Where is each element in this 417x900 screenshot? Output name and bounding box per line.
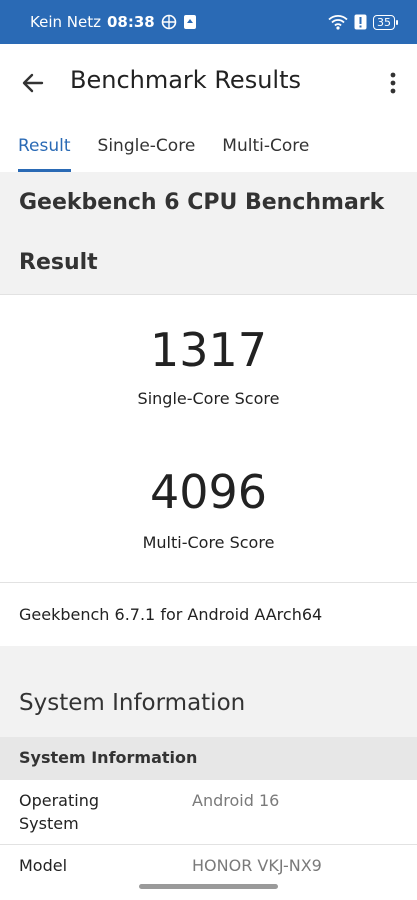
multi-core-label-block: Multi-Core Score xyxy=(0,533,417,552)
page-title: Benchmark Results xyxy=(70,66,301,94)
tab-multi-core[interactable]: Multi-Core xyxy=(222,120,309,172)
notification-icon xyxy=(183,14,197,30)
multi-core-score: 4096 xyxy=(149,465,268,519)
benchmark-header-section: Geekbench 6 CPU Benchmark Result xyxy=(0,172,417,294)
status-bar: Kein Netz 08:38 35 xyxy=(0,0,417,44)
row-label-model: Model xyxy=(19,856,68,875)
alert-icon xyxy=(354,14,367,30)
single-core-score-block: 1317 xyxy=(0,323,417,377)
battery-indicator: 35 xyxy=(373,14,398,30)
arrow-left-icon xyxy=(20,73,46,100)
carrier-label: Kein Netz xyxy=(30,13,101,31)
system-info-table-header-label: System Information xyxy=(19,748,198,767)
app-bar: Benchmark Results xyxy=(0,44,417,120)
row-value-model: HONOR VKJ-NX9 xyxy=(192,856,322,875)
tab-single-core[interactable]: Single-Core xyxy=(98,120,196,172)
tab-result[interactable]: Result xyxy=(18,120,71,172)
scores-card: 1317 Single-Core Score 4096 Multi-Core S… xyxy=(0,294,417,646)
benchmark-title: Geekbench 6 CPU Benchmark xyxy=(19,190,385,215)
version-text: Geekbench 6.7.1 for Android AArch64 xyxy=(19,605,323,624)
multi-core-score-label: Multi-Core Score xyxy=(142,533,275,552)
more-options-button[interactable] xyxy=(385,70,401,96)
system-info-table: Operating System Android 16 Model HONOR … xyxy=(0,780,417,900)
clock: 08:38 xyxy=(106,13,155,31)
home-indicator[interactable] xyxy=(139,884,278,889)
back-button[interactable] xyxy=(20,70,46,96)
single-core-label-block: Single-Core Score xyxy=(0,389,417,408)
row-value-operating-system: Android 16 xyxy=(192,791,280,810)
system-info-table-header: System Information xyxy=(0,737,417,780)
system-info-section: System Information xyxy=(0,646,417,737)
more-vert-icon xyxy=(385,72,401,100)
result-heading: Result xyxy=(19,250,98,275)
tab-bar: Result Single-Core Multi-Core xyxy=(0,120,417,172)
divider xyxy=(0,582,417,583)
single-core-score: 1317 xyxy=(149,323,268,377)
globe-icon xyxy=(161,14,177,30)
row-label-operating-system: Operating System xyxy=(19,791,99,833)
wifi-icon xyxy=(328,14,348,30)
system-info-title: System Information xyxy=(19,690,246,716)
row-divider xyxy=(0,844,417,845)
multi-core-score-block: 4096 xyxy=(0,465,417,519)
single-core-score-label: Single-Core Score xyxy=(137,389,280,408)
